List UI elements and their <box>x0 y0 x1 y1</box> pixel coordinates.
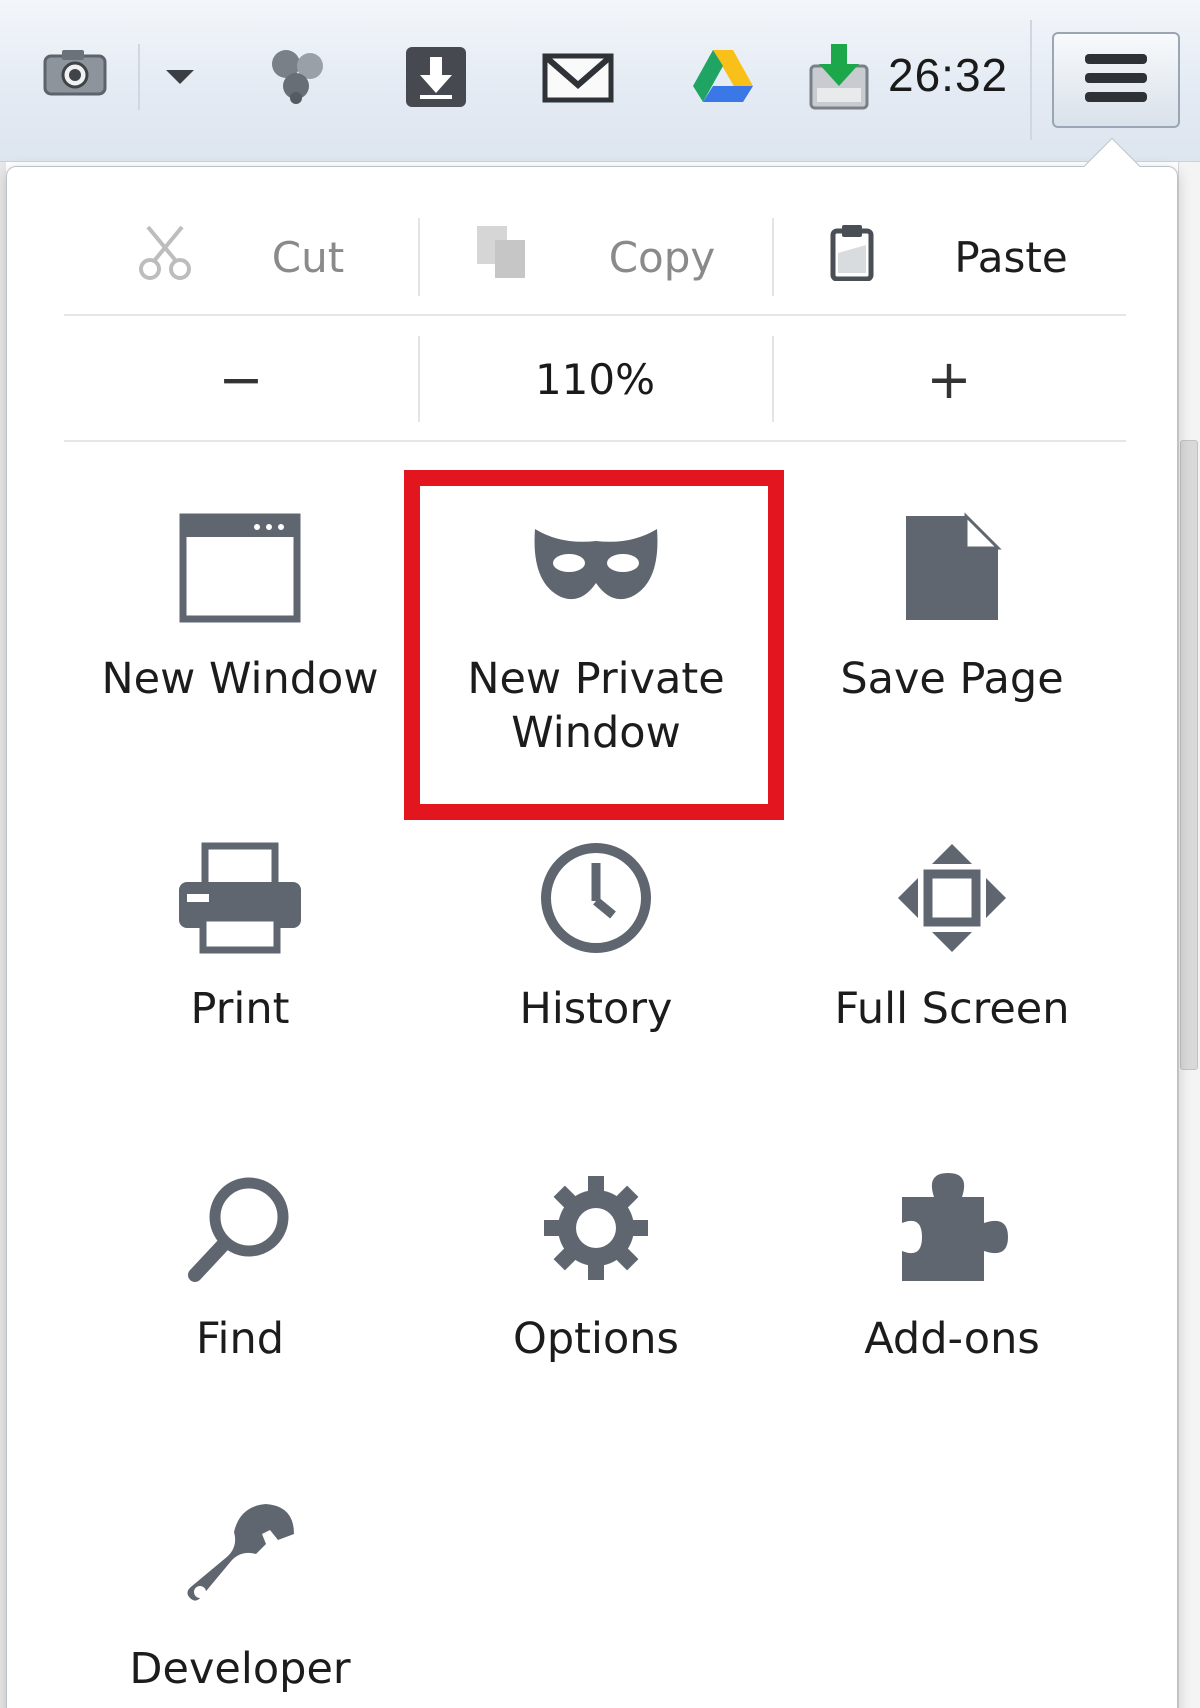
edit-controls: Cut Copy Paste <box>64 200 1126 316</box>
page-scrollbar-thumb[interactable] <box>1180 440 1198 1070</box>
zoom-in-label: + <box>926 347 972 411</box>
scissors-icon <box>138 223 192 291</box>
new-window-button[interactable]: New Window <box>62 460 418 790</box>
save-page-button[interactable]: Save Page <box>774 460 1130 790</box>
paste-label: Paste <box>954 232 1068 282</box>
options-button[interactable]: Options <box>418 1120 774 1450</box>
gmail-envelope-icon[interactable] <box>540 50 616 106</box>
paste-button[interactable]: Paste <box>772 200 1126 314</box>
clock-icon <box>539 836 653 960</box>
puzzle-icon <box>892 1166 1012 1290</box>
zoom-in-button[interactable]: + <box>772 318 1126 440</box>
zoom-reset-button[interactable]: 110% <box>418 318 772 440</box>
history-button[interactable]: History <box>418 790 774 1120</box>
hamburger-menu-button[interactable] <box>1052 32 1180 128</box>
browser-toolbar: 26:32 <box>0 0 1200 162</box>
options-label: Options <box>513 1314 679 1364</box>
magnifier-icon <box>183 1166 297 1290</box>
dropdown-arrow-icon[interactable] <box>160 62 200 92</box>
highlight-box <box>404 470 784 820</box>
find-label: Find <box>195 1314 285 1364</box>
hamburger-menu-icon <box>1083 52 1149 108</box>
find-button[interactable]: Find <box>62 1120 418 1450</box>
fullscreen-icon <box>896 836 1008 960</box>
copy-icon <box>475 224 529 290</box>
add-ons-label: Add-ons <box>864 1314 1040 1364</box>
full-screen-label: Full Screen <box>834 984 1070 1034</box>
wrench-icon <box>182 1496 298 1620</box>
window-icon <box>179 506 301 630</box>
new-window-label: New Window <box>101 654 379 704</box>
add-ons-button[interactable]: Add-ons <box>774 1120 1130 1450</box>
clock-display: 26:32 <box>888 49 1009 101</box>
printer-icon <box>175 836 305 960</box>
developer-label: Developer <box>129 1644 351 1694</box>
zoom-controls: − 110% + <box>64 318 1126 442</box>
download-status-icon[interactable] <box>804 40 874 114</box>
cut-button[interactable]: Cut <box>64 200 418 314</box>
copy-button[interactable]: Copy <box>418 200 772 314</box>
developer-button[interactable]: Developer <box>62 1450 418 1708</box>
history-label: History <box>519 984 673 1034</box>
print-button[interactable]: Print <box>62 790 418 1120</box>
zoom-out-label: − <box>218 347 264 411</box>
screenshot-camera-icon[interactable] <box>40 44 110 102</box>
clipboard-icon <box>830 223 874 291</box>
gear-icon <box>540 1166 652 1290</box>
save-page-label: Save Page <box>840 654 1064 704</box>
addon-share-icon[interactable] <box>262 40 332 110</box>
zoom-level: 110% <box>534 354 656 404</box>
google-drive-icon[interactable] <box>690 46 756 106</box>
download-arrow-icon[interactable] <box>402 42 470 112</box>
print-label: Print <box>190 984 290 1034</box>
zoom-out-button[interactable]: − <box>64 318 418 440</box>
full-screen-button[interactable]: Full Screen <box>774 790 1130 1120</box>
copy-label: Copy <box>608 232 716 282</box>
page-icon <box>902 506 1002 630</box>
cut-label: Cut <box>271 232 345 282</box>
